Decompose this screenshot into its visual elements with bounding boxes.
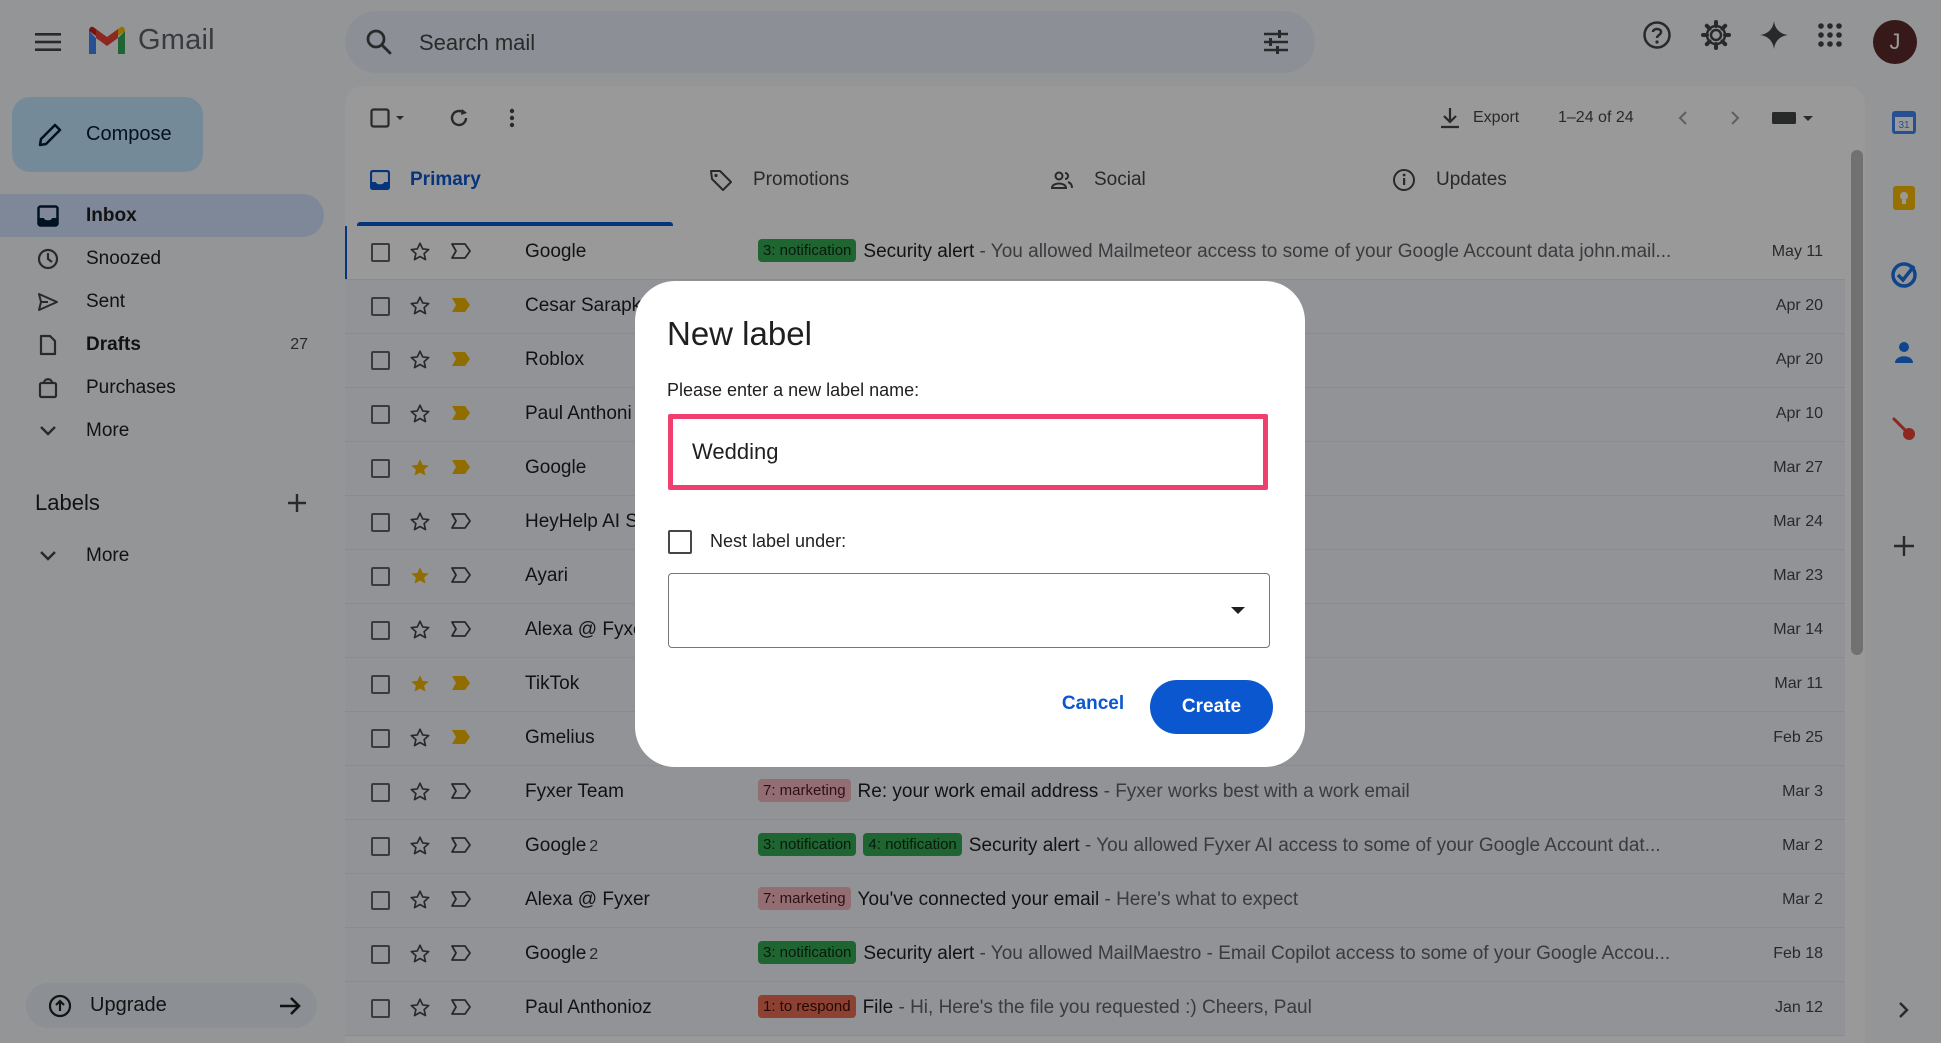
dropdown-arrow-icon — [1231, 607, 1245, 614]
nest-label-checkbox[interactable] — [668, 530, 692, 554]
dialog-prompt: Please enter a new label name: — [667, 380, 920, 400]
label-name-input[interactable] — [668, 414, 1268, 490]
cancel-button[interactable]: Cancel — [1053, 680, 1133, 728]
nest-label-text: Nest label under: — [710, 531, 847, 551]
new-label-dialog: New label Please enter a new label name:… — [635, 281, 1305, 767]
dialog-title: New label — [667, 315, 812, 352]
create-button[interactable]: Create — [1150, 680, 1273, 734]
parent-label-select[interactable] — [668, 573, 1270, 648]
